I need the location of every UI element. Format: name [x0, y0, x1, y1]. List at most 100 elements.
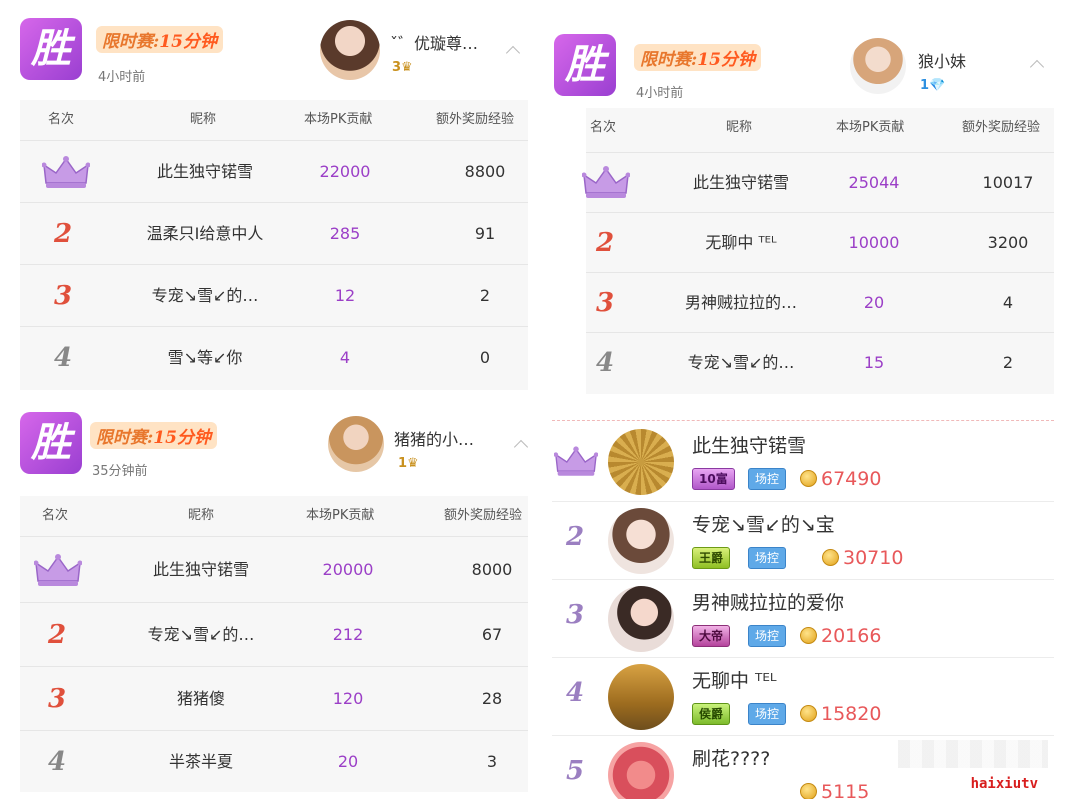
race-type-badge: 限时赛:15分钟	[90, 422, 217, 449]
race-type-badge: 限时赛:15分钟	[96, 26, 223, 53]
title-badge: 侯爵	[692, 703, 731, 725]
rank-number: 2	[565, 522, 585, 552]
opponent-avatar[interactable]	[850, 38, 906, 94]
col-rank: 名次	[590, 120, 617, 135]
blurred-overlay	[898, 740, 1048, 768]
row-nickname: 此生独守锘雪	[156, 162, 253, 181]
col-rank: 名次	[48, 112, 75, 127]
match-time: 35分钟前	[92, 464, 148, 479]
col-exp: 额外奖励经验	[436, 112, 515, 127]
room-control-badge: 场控	[748, 625, 787, 647]
row-pk: 25044	[848, 173, 900, 192]
col-pk: 本场PK贡献	[836, 120, 905, 135]
chevron-up-icon[interactable]	[505, 45, 521, 61]
avatar[interactable]	[608, 664, 674, 730]
coin-count: 15820	[800, 703, 881, 725]
card-header: 胜 限时赛:15分钟 35分钟前 猪猪的小… 1♛	[20, 406, 528, 488]
title-badge: 10富	[692, 468, 735, 490]
rank-number: 2	[595, 228, 615, 258]
rank-number: 4	[595, 348, 615, 378]
row-nickname: 专宠↘雪↙的…	[151, 286, 259, 305]
win-badge: 胜	[20, 18, 82, 80]
col-pk: 本场PK贡献	[304, 112, 373, 127]
chevron-up-icon[interactable]	[1029, 59, 1045, 75]
table-row: 3 男神贼拉拉的… 20 4	[586, 272, 1054, 333]
row-pk: 20	[337, 752, 359, 771]
pk-result-card-2: 胜 限时赛:15分钟 4小时前 狼小妹 1💎 名次 昵称 本场PK贡献 额外奖励…	[550, 26, 1054, 394]
rank-number: 2	[47, 620, 67, 650]
row-nickname: 专宠↘雪↙的…	[687, 353, 795, 372]
row-nickname: 温柔只I给意中人	[146, 224, 264, 243]
row-pk: 212	[332, 625, 364, 644]
row-exp: 2	[1002, 353, 1014, 372]
opponent-level: 1💎	[920, 78, 946, 93]
coin-count: 20166	[800, 625, 881, 647]
contribution-table: 名次 昵称 本场PK贡献 额外奖励经验 此生独守锘雪 22000 8800 2 …	[20, 100, 528, 390]
diamond-icon: 💎	[929, 78, 946, 93]
table-row: 此生独守锘雪 20000 8000	[20, 536, 528, 603]
row-exp: 3200	[987, 233, 1029, 252]
list-item[interactable]: 此生独守锘雪 10富 场控 67490	[552, 423, 1054, 501]
row-exp: 3	[486, 752, 498, 771]
avatar[interactable]	[608, 429, 674, 495]
rank-number: 4	[565, 678, 585, 708]
row-pk: 15	[863, 353, 885, 372]
row-nickname: 猪猪傻	[176, 689, 225, 708]
opponent-avatar[interactable]	[328, 416, 384, 472]
row-pk: 12	[334, 286, 356, 305]
row-nickname: 无聊中 ᵀᴱᴸ	[705, 233, 777, 252]
list-item[interactable]: 2 专宠↘雪↙的↘宝 王爵 场控 30710	[552, 501, 1054, 580]
pk-result-card-3: 胜 限时赛:15分钟 35分钟前 猪猪的小… 1♛ 名次 昵称 本场PK贡献 额…	[20, 406, 528, 792]
col-exp: 额外奖励经验	[444, 508, 523, 523]
crown-icon: ♛	[407, 456, 419, 471]
rank-number: 3	[53, 281, 73, 311]
row-exp: 2	[479, 286, 491, 305]
col-nickname: 昵称	[190, 112, 217, 127]
table-row: 2 温柔只I给意中人 285 91	[20, 202, 528, 265]
list-item[interactable]: 3 男神贼拉拉的爱你 大帝 场控 20166	[552, 579, 1054, 658]
table-row: 3 猪猪傻 120 28	[20, 666, 528, 731]
room-control-badge: 场控	[748, 547, 787, 569]
coin-icon	[800, 783, 817, 799]
row-exp: 67	[481, 625, 503, 644]
rank-number: 5	[565, 756, 585, 786]
chevron-up-icon[interactable]	[513, 439, 528, 455]
race-label: 限时赛	[96, 428, 147, 448]
coin-icon	[800, 627, 817, 644]
card-header: 胜 限时赛:15分钟 4小时前 ˇ゛优璇尊… 3♛	[20, 12, 528, 100]
opponent-level: 3♛	[392, 60, 413, 75]
list-item[interactable]: 4 无聊中 ᵀᴱᴸ 侯爵 场控 15820	[552, 657, 1054, 736]
table-row: 4 雪↘等↙你 4 0	[20, 326, 528, 389]
row-exp: 10017	[982, 173, 1034, 192]
opponent-level: 1♛	[398, 456, 419, 471]
coin-count: 67490	[800, 468, 881, 490]
race-duration: 15分钟	[697, 50, 755, 70]
table-row: 此生独守锘雪 22000 8800	[20, 140, 528, 203]
row-nickname: 雪↘等↙你	[167, 348, 243, 367]
rank-number: 3	[595, 288, 615, 318]
pk-result-card-1: 胜 限时赛:15分钟 4小时前 ˇ゛优璇尊… 3♛ 名次 昵称 本场PK贡献 额…	[20, 12, 528, 390]
col-pk: 本场PK贡献	[306, 508, 375, 523]
avatar[interactable]	[608, 508, 674, 574]
row-exp: 91	[474, 224, 496, 243]
table-row: 此生独守锘雪 25044 10017	[582, 152, 1054, 213]
coin-count: 5115	[800, 781, 869, 799]
row-exp: 8000	[471, 560, 513, 579]
row-pk: 285	[329, 224, 361, 243]
row-exp: 4	[1002, 293, 1014, 312]
col-nickname: 昵称	[726, 120, 753, 135]
avatar[interactable]	[608, 586, 674, 652]
row-pk: 4	[339, 348, 351, 367]
row-pk: 22000	[319, 162, 371, 181]
user-name: 专宠↘雪↙的↘宝	[692, 514, 835, 536]
rank-number: 3	[47, 684, 67, 714]
table-row: 4 专宠↘雪↙的… 15 2	[586, 332, 1054, 393]
table-row: 2 专宠↘雪↙的… 212 67	[20, 602, 528, 667]
rank-number: 3	[565, 600, 585, 630]
opponent-avatar[interactable]	[320, 20, 380, 80]
watermark: haixiutv	[970, 776, 1038, 792]
card-header: 胜 限时赛:15分钟 4小时前 狼小妹 1💎	[550, 26, 1054, 106]
col-exp: 额外奖励经验	[962, 120, 1041, 135]
coin-icon	[822, 549, 839, 566]
avatar[interactable]	[608, 742, 674, 799]
